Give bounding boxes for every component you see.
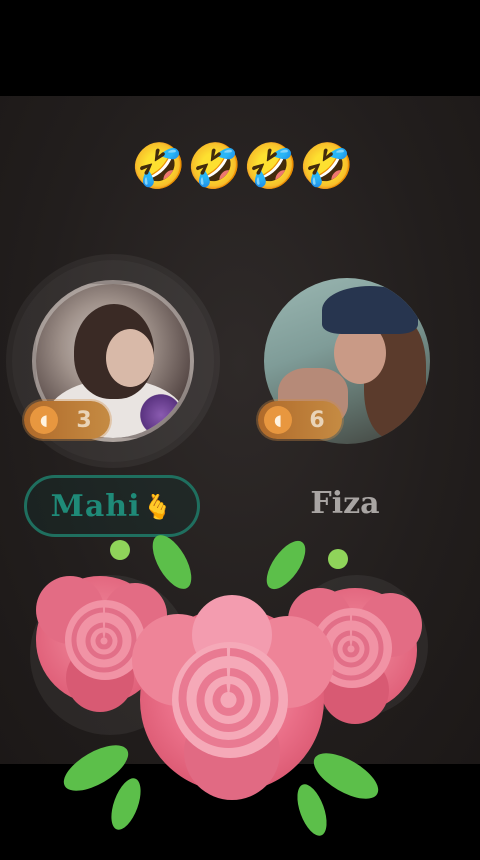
rofl-emoji-icon: 🤣 (243, 141, 298, 192)
badge-count: 3 (76, 407, 92, 433)
badge-count: 6 (309, 407, 325, 433)
reaction-emoji-row: 🤣 🤣 🤣 🤣 (0, 142, 480, 192)
bottom-black-bar (0, 764, 480, 860)
top-black-bar (0, 0, 480, 96)
flame-icon: ◖ (264, 406, 292, 434)
rofl-emoji-icon: 🤣 (299, 141, 354, 192)
seat-1-level-badge: ◖ 3 (24, 401, 110, 439)
rofl-emoji-icon: 🤣 (131, 141, 186, 192)
seat-1-name: Mahi (50, 488, 141, 524)
seat-4-empty[interactable] (286, 575, 428, 717)
seat-2-name[interactable]: Fiza (290, 486, 400, 521)
finger-heart-icon: 🫰 (142, 491, 174, 521)
seat-2-level-badge: ◖ 6 (258, 401, 342, 439)
seat-3-empty[interactable] (30, 575, 190, 735)
seat-1-name-tag[interactable]: Mahi 🫰 (24, 475, 200, 537)
rofl-emoji-icon: 🤣 (187, 141, 242, 192)
flame-icon: ◖ (30, 406, 58, 434)
